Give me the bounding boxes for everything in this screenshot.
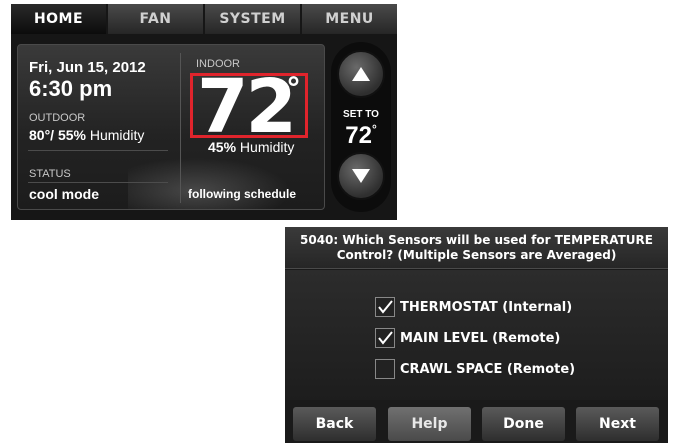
outdoor-reading: 80°/ 55% Humidity [29,127,144,143]
next-button[interactable]: Next [576,407,659,441]
setpoint-panel: SET TO 72° [331,42,391,212]
done-button[interactable]: Done [482,407,565,441]
checkbox-main-level[interactable] [375,328,395,348]
setup-button-bar: Back Help Done Next [285,405,668,443]
tab-menu[interactable]: MENU [302,4,397,34]
sensor-setup-screen: 5040: Which Sensors will be used for TEM… [285,227,668,443]
checkmark-icon [378,331,393,345]
divider [28,150,168,151]
help-button[interactable]: Help [388,407,471,441]
indoor-temp-highlight: 72 ° [190,64,308,150]
schedule-status: following schedule [188,187,297,201]
indoor-humidity: 45% Humidity [208,139,294,155]
current-time: 6:30 pm [29,76,113,101]
divider [28,182,168,183]
setpoint-value: 72 [345,122,372,149]
temp-down-button[interactable] [337,152,385,200]
setup-question-line1: 5040: Which Sensors will be used for TEM… [300,233,653,247]
tab-home[interactable]: HOME [11,4,106,34]
divider [180,53,181,203]
info-panel: Fri, Jun 15, 2012 6:30 pm OUTDOOR 80°/ 5… [17,44,325,210]
thermostat-home-screen: HOME FAN SYSTEM MENU Fri, Jun 15, 2012 6… [11,4,397,220]
outdoor-humidity-suffix: Humidity [85,127,145,143]
status-value: cool mode [29,186,100,202]
up-arrow-icon [352,67,370,81]
back-button[interactable]: Back [293,407,376,441]
indoor-humidity-suffix: Humidity [236,139,295,155]
outdoor-label: OUTDOOR [29,112,86,124]
option-crawl-space-remote[interactable]: CRAWL SPACE (Remote) [375,359,575,379]
tab-fan[interactable]: FAN [108,4,203,34]
indoor-humidity-value: 45% [208,139,237,155]
option-label: THERMOSTAT (Internal) [400,299,573,315]
current-date: Fri, Jun 15, 2012 [29,59,146,76]
checkbox-thermostat[interactable] [375,297,395,317]
down-arrow-icon [352,169,370,183]
option-main-level-remote[interactable]: MAIN LEVEL (Remote) [375,328,560,348]
checkbox-crawl-space[interactable] [375,359,395,379]
setpoint-temp: 72° [331,122,391,150]
checkmark-icon [378,300,393,314]
option-label: MAIN LEVEL (Remote) [400,330,561,346]
sensor-options: THERMOSTAT (Internal) MAIN LEVEL (Remote… [285,270,668,400]
setup-question-line2: Control? (Multiple Sensors are Averaged) [336,248,617,262]
setup-question-header: 5040: Which Sensors will be used for TEM… [285,227,668,269]
status-label: STATUS [29,168,71,180]
setpoint-degree: ° [371,122,377,136]
degree-symbol: ° [286,72,301,107]
temp-up-button[interactable] [337,50,385,98]
option-thermostat-internal[interactable]: THERMOSTAT (Internal) [375,297,572,317]
option-label: CRAWL SPACE (Remote) [400,361,576,377]
tab-bar: HOME FAN SYSTEM MENU [11,4,397,34]
outdoor-temp-humidity: 80°/ 55% [29,127,86,143]
tab-system[interactable]: SYSTEM [205,4,300,34]
indoor-temp: 72 [197,64,297,150]
set-to-label: SET TO [343,109,379,120]
